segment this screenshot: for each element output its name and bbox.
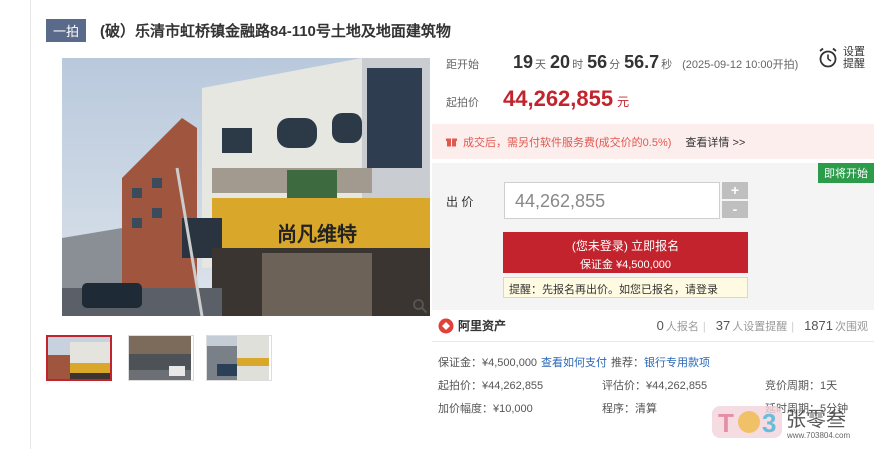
bid-panel: 即将开始 出 价 44,262,855 + - (您未登录) 立即报名 保证金 …: [432, 163, 874, 310]
countdown-hours: 20: [550, 52, 571, 72]
thumbnail-2[interactable]: [128, 335, 194, 381]
countdown-minutes-unit: 分: [609, 59, 621, 71]
building-photo-image: 尚凡维特: [62, 58, 430, 316]
thumbnail-1[interactable]: [46, 335, 112, 381]
thumbnail-3[interactable]: [206, 335, 272, 381]
page-title: (破）乐清市虹桥镇金融路84-110号土地及地面建筑物: [100, 22, 451, 40]
ali-assets-logo-icon: [438, 318, 454, 333]
divider-line: [432, 341, 874, 342]
eval-price-info: 评估价：¥44,262,855: [602, 380, 708, 392]
view-details-link[interactable]: 查看详情 >>: [685, 134, 745, 150]
bid-cycle-info: 竞价周期：1天: [765, 380, 838, 392]
site-watermark: T 3 张零叁 www.703804.com: [712, 402, 862, 442]
start-price-unit: 元: [617, 95, 630, 109]
increment-info: 加价幅度：¥10,000: [438, 403, 533, 415]
reminder-count-label: 人设置提醒: [732, 320, 788, 333]
start-price-value: 44,262,855: [503, 86, 614, 111]
countdown: 距开始 19 天 20 时 56 分 56.7 秒 (2025-09-12 10…: [446, 52, 798, 73]
ali-assets-brand: 阿里资产: [458, 319, 507, 333]
deposit-info: 保证金：¥4,500,000: [438, 357, 538, 369]
bid-label: 出 价: [446, 195, 474, 209]
countdown-days-unit: 天: [535, 59, 547, 71]
thumbnail-image: [207, 336, 269, 380]
countdown-seconds-unit: 秒: [661, 59, 673, 71]
signup-deposit-label: 保证金 ¥4,500,000: [579, 259, 672, 271]
countdown-seconds: 56.7: [624, 52, 660, 72]
coming-soon-badge: 即将开始: [818, 163, 874, 183]
auction-round-tag: 一拍: [46, 18, 87, 42]
countdown-start-time: (2025-09-12 10:00开拍): [682, 59, 799, 71]
gift-icon: [446, 138, 457, 147]
signup-button[interactable]: (您未登录) 立即报名 保证金 ¥4,500,000: [503, 232, 748, 273]
thumbnail-image: [129, 336, 191, 380]
main-photo[interactable]: 尚凡维特: [62, 58, 430, 316]
signup-button-label: (您未登录) 立即报名: [571, 239, 680, 253]
divider: |: [702, 320, 706, 333]
bid-amount-input[interactable]: 44,262,855: [504, 182, 720, 219]
zoom-icon[interactable]: [412, 298, 428, 314]
set-reminder-label: 设置提醒: [843, 46, 865, 70]
countdown-hours-unit: 时: [572, 59, 584, 71]
divider: |: [791, 320, 795, 333]
service-fee-notice: 成交后，需另付软件服务费(成交价的0.5%) 查看详情 >>: [432, 124, 874, 159]
alarm-clock-icon: [819, 47, 837, 68]
thumbnail-image: [48, 337, 110, 379]
watermark-url: www.703804.com: [786, 431, 850, 440]
signup-count: 0: [656, 317, 664, 333]
countdown-label: 距开始: [446, 59, 479, 71]
countdown-minutes: 56: [587, 52, 608, 72]
recommend-label: 推荐：: [611, 357, 644, 369]
procedure-info: 程序：清算: [602, 403, 657, 415]
login-hint: 提醒：先报名再出价。如您已报名，请登录: [503, 277, 748, 298]
ali-assets-row: 阿里资产 0 人报名 | 37 人设置提醒 | 1871 次围观: [438, 317, 868, 334]
decrease-bid-button[interactable]: -: [722, 201, 748, 218]
service-fee-text: 成交后，需另付软件服务费(成交价的0.5%): [463, 136, 672, 149]
start-price-info: 起拍价：¥44,262,855: [438, 380, 544, 392]
watermark-brand: 张零叁: [786, 407, 846, 431]
start-price-label: 起拍价: [446, 97, 479, 109]
view-count-label: 次围观: [835, 320, 868, 333]
shop-sign-text: 尚凡维特: [277, 222, 357, 246]
signup-count-label: 人报名: [665, 320, 699, 333]
start-price-row: 起拍价 44,262,855 元: [446, 86, 629, 112]
title-row: 一拍 (破）乐清市虹桥镇金融路84-110号土地及地面建筑物: [46, 18, 451, 42]
how-to-pay-link[interactable]: 查看如何支付: [541, 354, 607, 370]
svg-text:T: T: [718, 408, 734, 438]
auction-stats: 0 人报名 | 37 人设置提醒 | 1871 次围观: [651, 318, 868, 334]
set-reminder-button[interactable]: 设置提醒: [818, 46, 867, 70]
watermark-logo-icon: T 3 张零叁 www.703804.com: [712, 406, 850, 440]
bank-account-link[interactable]: 银行专用款项: [644, 354, 710, 370]
reminder-count: 37: [715, 317, 731, 333]
increase-bid-button[interactable]: +: [722, 182, 748, 199]
countdown-days: 19: [513, 52, 534, 72]
svg-text:3: 3: [762, 408, 776, 438]
view-count: 1871: [804, 317, 833, 333]
